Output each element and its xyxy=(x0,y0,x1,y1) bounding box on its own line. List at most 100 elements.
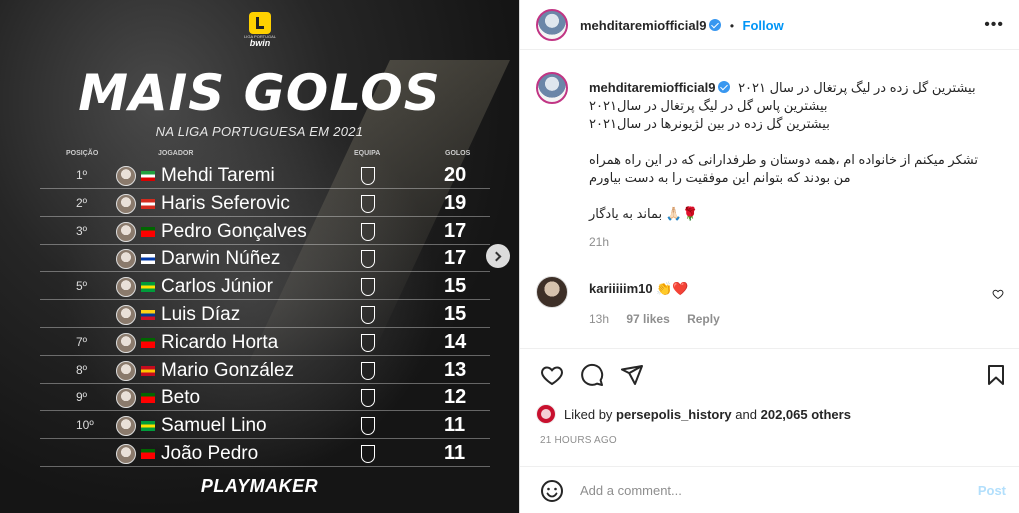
player-name: Ricardo Horta xyxy=(161,331,279,353)
caption-line-6: من بودند که بتوانم این موفقیت را به دست … xyxy=(589,170,851,185)
row-position: 2º xyxy=(76,195,88,210)
player-avatar xyxy=(116,249,136,270)
goal-count: 11 xyxy=(444,414,466,437)
chevron-right-icon xyxy=(491,251,502,261)
action-bar xyxy=(520,348,1019,400)
country-flag-icon xyxy=(141,282,155,293)
goal-count: 12 xyxy=(444,386,467,409)
playmaker-logo: PLAYMAKER xyxy=(200,476,319,496)
country-flag-icon xyxy=(141,421,155,432)
graphic-headline: MAIS GOLOS xyxy=(78,64,441,122)
player-avatar xyxy=(116,388,136,409)
table-row: 10º Samuel Lino 11 xyxy=(40,414,490,440)
table-row: 9º Beto 12 xyxy=(40,386,490,412)
club-crest-icon xyxy=(361,194,375,213)
player-name: Haris Seferovic xyxy=(161,192,290,214)
caption-line-1: بیشترین گل زده در لیگ پرتغال در سال ۲۰۲۱ xyxy=(738,80,976,95)
liked-by-section: Liked by persepolis_history and 202,065 … xyxy=(536,400,1006,430)
row-position: 1º xyxy=(76,168,88,182)
table-row: 2º Haris Seferovic 19 xyxy=(40,192,490,217)
country-flag-icon xyxy=(141,365,155,376)
country-flag-icon xyxy=(141,449,155,459)
column-player: JOGADOR xyxy=(158,150,194,157)
player-avatar xyxy=(116,444,136,464)
like-heart-icon[interactable] xyxy=(540,363,564,387)
header-separator: • xyxy=(729,19,735,33)
club-crest-icon xyxy=(361,445,375,463)
liked-by-middle: and xyxy=(735,407,757,422)
table-row: 7º Ricardo Horta 14 xyxy=(40,330,490,356)
commenter-avatar[interactable] xyxy=(536,276,568,308)
goal-count: 11 xyxy=(444,442,466,464)
player-avatar xyxy=(116,193,136,214)
commenter-username[interactable]: kariiiiim10 xyxy=(589,281,653,296)
club-crest-icon xyxy=(361,250,375,269)
club-crest-icon xyxy=(361,167,375,185)
post-timestamp[interactable]: 21 HOURS AGO xyxy=(540,435,617,446)
player-avatar xyxy=(116,332,136,353)
liker-avatar[interactable] xyxy=(536,404,556,424)
comment-time[interactable]: 13h xyxy=(589,312,609,326)
reply-button[interactable]: Reply xyxy=(687,312,720,326)
player-name: Darwin Núñez xyxy=(161,248,281,270)
save-bookmark-icon[interactable] xyxy=(984,363,1008,387)
goal-count: 15 xyxy=(444,303,467,325)
caption-line-2: بیشترین پاس گل در لیگ پرتغال در سال۲۰۲۱ xyxy=(589,98,828,113)
verified-badge-icon xyxy=(709,19,722,31)
emoji-icon[interactable] xyxy=(540,479,564,503)
club-crest-icon xyxy=(361,417,375,436)
comment-bubble-icon[interactable] xyxy=(580,363,604,387)
comment-likes[interactable]: 97 likes xyxy=(626,312,669,326)
comment-like-heart-icon[interactable] xyxy=(992,288,1004,300)
goal-count: 17 xyxy=(444,247,467,270)
column-goals: GOLOS xyxy=(445,150,471,157)
club-crest-icon xyxy=(361,389,375,408)
goal-count: 14 xyxy=(444,330,467,353)
caption-avatar[interactable] xyxy=(536,72,568,104)
row-position: 8º xyxy=(76,362,88,377)
club-crest-icon xyxy=(361,361,375,380)
comment-input[interactable]: Add a comment... xyxy=(580,483,682,498)
add-comment-bar: Add a comment... Post xyxy=(520,466,1019,513)
author-username[interactable]: mehditaremiofficial9 xyxy=(580,18,706,33)
club-crest-icon xyxy=(361,306,375,324)
next-slide-button[interactable] xyxy=(486,244,510,268)
comment-item: kariiiiim10 👏❤️ 13h 97 likes Reply xyxy=(536,276,1006,336)
follow-button[interactable]: Follow xyxy=(743,18,784,33)
table-row: Darwin Núñez 17 xyxy=(40,247,490,273)
country-flag-icon xyxy=(141,171,155,181)
country-flag-icon xyxy=(141,198,155,209)
player-avatar xyxy=(116,277,136,298)
row-position: 7º xyxy=(76,334,88,349)
player-name: Luis Díaz xyxy=(161,304,241,325)
caption-time[interactable]: 21h xyxy=(589,233,1004,251)
caption-username[interactable]: mehditaremiofficial9 xyxy=(589,80,715,95)
table-row: 1º Mehdi Taremi 20 xyxy=(40,164,490,189)
post-comment-button[interactable]: Post xyxy=(978,483,1006,498)
post-side-panel: mehditaremiofficial9 • Follow ••• mehdit… xyxy=(519,0,1019,513)
post-header: mehditaremiofficial9 • Follow ••• xyxy=(520,0,1019,50)
player-name: Carlos Júnior xyxy=(161,276,273,298)
caption-blank xyxy=(589,133,1004,151)
table-row: Luis Díaz 15 xyxy=(40,303,490,328)
player-name: Beto xyxy=(161,387,201,409)
author-avatar[interactable] xyxy=(536,9,568,41)
table-row: 3º Pedro Gonçalves 17 xyxy=(40,220,490,245)
post-image[interactable]: LIGA PORTUGAL bwin MAIS GOLOS NA LIGA PO… xyxy=(0,0,519,513)
graphic-subheadline: NA LIGA PORTUGUESA EM 2021 xyxy=(155,124,364,139)
player-avatar xyxy=(116,166,136,186)
goal-count: 13 xyxy=(444,358,467,381)
player-name: Mehdi Taremi xyxy=(161,165,275,186)
more-options-icon[interactable]: ••• xyxy=(984,16,1004,34)
share-paper-plane-icon[interactable] xyxy=(620,363,644,387)
others-likes-link[interactable]: 202,065 others xyxy=(761,407,851,422)
row-position: 10º xyxy=(76,418,94,433)
player-name: Mario González xyxy=(161,359,295,381)
player-avatar xyxy=(116,416,136,437)
caption-line-5: تشکر میکنم از خانواده ام ،همه دوستان و ط… xyxy=(589,152,978,167)
player-avatar xyxy=(116,360,136,381)
verified-badge-icon xyxy=(718,81,731,93)
liker-username[interactable]: persepolis_history xyxy=(616,407,732,422)
table-row: João Pedro 11 xyxy=(40,442,490,467)
caption-line-8: 🌹🙏🏻 بماند به یادگار xyxy=(589,206,699,221)
